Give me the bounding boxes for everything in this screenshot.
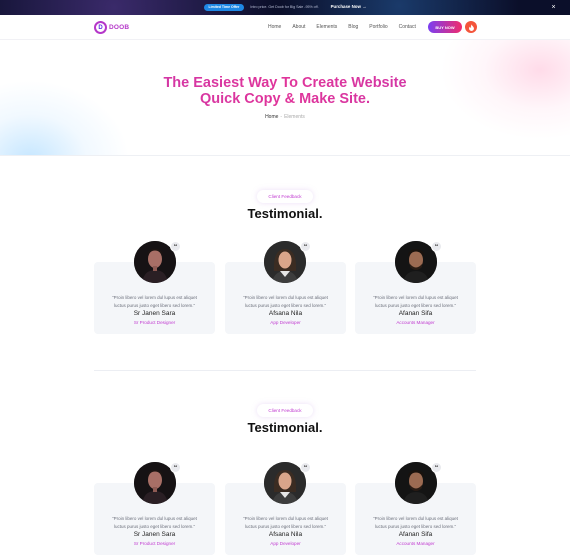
testimonial-role: Sr Product Designer [133,320,176,325]
avatar: “ [395,241,442,283]
logo[interactable]: D DOOB [94,21,129,34]
quote-icon: “ [300,241,311,252]
section-title: Testimonial. [247,206,323,221]
hero-title: The Easiest Way To Create Website Quick … [0,75,570,107]
nav-item-portfolio[interactable]: Portfolio [369,24,387,31]
testimonial-text: “Proin libero vel lorem dul lupus est al… [373,295,458,308]
testimonial-role: App Developer [270,320,301,325]
breadcrumb-separator: - [280,114,283,120]
avatar: “ [264,462,311,504]
avatar: “ [134,462,181,504]
testimonial-role: Sr Product Designer [133,541,176,546]
avatar: “ [395,462,442,504]
promo-badge: Limited Time Offer [203,3,245,12]
testimonial-role: Accounts Manager [396,320,435,325]
nav-item-contact[interactable]: Contact [399,24,416,31]
testimonial-text: “Proin libero vel lorem dul lupus est al… [243,516,328,529]
testimonial-name: Sr Janen Sara [133,310,176,317]
quote-icon: “ [431,462,442,473]
hero-title-line1: The Easiest Way To Create Website [163,75,407,91]
purchase-now-link[interactable]: Purchase Now → [331,4,367,9]
testimonial-text: “Proin libero vel lorem dul lupus est al… [243,295,328,308]
hero-title-line2: Quick Copy & Make Site. [199,91,371,107]
testimonial-role: App Developer [270,541,301,546]
breadcrumb-home[interactable]: Home [265,114,278,120]
quote-icon: “ [170,241,181,252]
testimonial-name: Sr Janen Sara [133,531,176,538]
close-icon[interactable]: × [548,2,559,13]
section-title: Testimonial. [247,420,323,435]
site-header: D DOOB Home About Elements Blog Portfoli… [0,15,570,40]
testimonial-role: Accounts Manager [396,541,435,546]
promo-message: Intro price. Get Doob for Big Sale -95% … [250,4,319,9]
testimonial-name: Afanan Sifa [398,531,433,538]
promo-bar: Limited Time Offer Intro price. Get Doob… [0,0,570,15]
testimonial-name: Afsana Nila [268,310,303,317]
testimonial-text: “Proin libero vel lorem dul lupus est al… [112,516,197,529]
breadcrumb-current: Elements [284,114,305,120]
quote-icon: “ [300,462,311,473]
nav-item-home[interactable]: Home [268,24,281,31]
nav-item-about[interactable]: About [292,24,305,31]
logo-text: DOOB [109,24,130,31]
testimonial-name: Afanan Sifa [398,310,433,317]
logo-mark-icon: D [94,21,107,34]
breadcrumb: Home - Elements [0,114,570,120]
nav-item-blog[interactable]: Blog [348,24,358,31]
testimonial-text: “Proin libero vel lorem dul lupus est al… [373,516,458,529]
quote-icon: “ [170,462,181,473]
main-nav: Home About Elements Blog Portfolio Conta… [268,24,416,31]
section-tagline: Client Feedback [257,190,313,203]
testimonial-name: Afsana Nila [268,531,303,538]
buy-now-button[interactable]: BUY NOW [428,21,462,33]
section-tagline: Client Feedback [257,404,313,417]
quote-icon: “ [431,241,442,252]
avatar: “ [264,241,311,283]
fire-icon[interactable] [465,21,477,33]
nav-item-elements[interactable]: Elements [316,24,337,31]
hero-banner: The Easiest Way To Create Website Quick … [0,40,570,156]
avatar: “ [134,241,181,283]
section-divider [94,370,476,371]
testimonial-text: “Proin libero vel lorem dul lupus est al… [112,295,197,308]
